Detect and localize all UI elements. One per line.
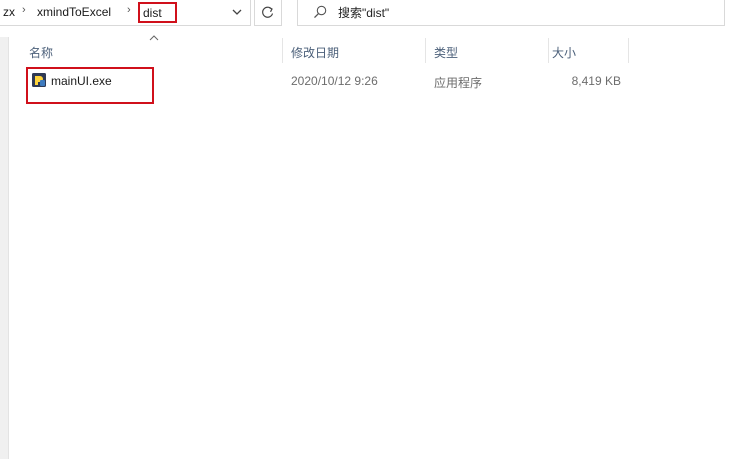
exe-app-icon [32,73,46,87]
navigation-pane-edge[interactable] [0,37,9,459]
file-type: 应用程序 [434,76,483,90]
column-header-label: 大小 [552,46,577,60]
breadcrumb-separator[interactable]: › [22,4,26,16]
breadcrumb-item-xmindtoexcel[interactable]: xmindToExcel [37,5,111,19]
column-headers: 名称 修改日期 类型 大小 [9,35,734,65]
search-icon [314,5,327,19]
breadcrumb-separator[interactable]: › [127,4,131,16]
breadcrumb-item-zx[interactable]: zx [3,5,15,19]
breadcrumb-current-highlight[interactable]: dist [138,2,177,23]
column-header-label: 类型 [434,46,459,60]
column-divider[interactable] [628,38,629,63]
file-row[interactable]: mainUI.exe 2020/10/12 9:26 应用程序 8,419 KB [9,67,649,104]
column-header-name[interactable]: 名称 [17,38,277,63]
toolbar: zx › xmindToExcel › dist [0,0,734,27]
refresh-button[interactable] [254,0,282,26]
chevron-down-icon[interactable] [227,2,247,22]
column-header-label: 名称 [29,46,54,60]
column-header-label: 修改日期 [291,46,340,60]
address-bar[interactable]: zx › xmindToExcel › dist [0,0,251,26]
file-modified-date: 2020/10/12 9:26 [291,74,378,88]
file-name[interactable]: mainUI.exe [51,74,112,88]
file-size: 8,419 KB [571,74,621,88]
breadcrumb-item-dist[interactable]: dist [143,6,162,20]
column-header-size[interactable]: 大小 [540,38,628,63]
column-header-type[interactable]: 类型 [422,38,547,63]
column-header-date[interactable]: 修改日期 [279,38,423,63]
search-input[interactable] [338,4,698,21]
refresh-icon [262,6,274,18]
search-box[interactable] [297,0,725,26]
